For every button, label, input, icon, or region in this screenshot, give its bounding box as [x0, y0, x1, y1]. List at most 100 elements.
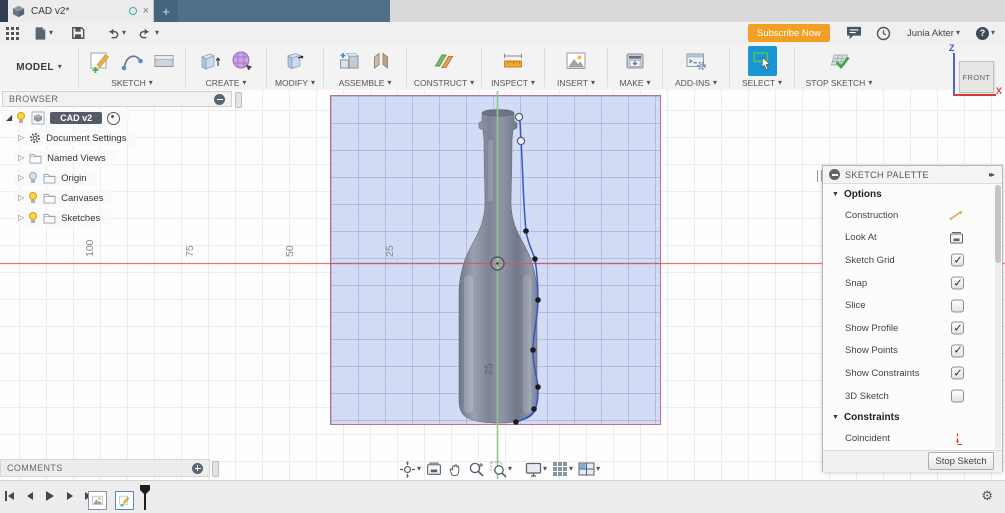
tree-row-root[interactable]: ◢ CAD v2	[2, 110, 131, 126]
show-profile-checkbox[interactable]	[951, 321, 964, 335]
sketch-grid-checkbox[interactable]	[951, 253, 964, 267]
rectangle-tool-button[interactable]	[150, 46, 179, 76]
sketch-menu[interactable]: SKETCH	[111, 78, 153, 88]
subscribe-now-button[interactable]: Subscribe Now	[747, 24, 830, 42]
collapsed-arrow-icon[interactable]: ▷	[18, 154, 24, 162]
inspect-menu[interactable]: INSPECT	[491, 78, 535, 88]
construct-plane-button[interactable]	[430, 46, 459, 76]
play-button[interactable]	[42, 488, 57, 504]
collapse-panel-icon[interactable]	[214, 93, 225, 105]
stop-sketch-ribbon-button[interactable]	[825, 46, 854, 76]
scrollbar-thumb[interactable]	[995, 185, 1001, 263]
collapsed-arrow-icon[interactable]: ▷	[18, 174, 24, 182]
new-component-button[interactable]	[335, 46, 364, 76]
user-menu[interactable]: Junia Akter	[907, 28, 960, 39]
dropdown-caret-icon[interactable]	[155, 30, 159, 37]
dropdown-caret-icon[interactable]	[569, 466, 573, 473]
comments-resize-handle[interactable]	[212, 461, 219, 477]
look-at-button[interactable]	[426, 462, 442, 476]
timeline-canvas-item[interactable]	[88, 491, 107, 510]
timeline-settings-gear-icon[interactable]: ⚙	[981, 489, 993, 503]
extrude-button[interactable]	[196, 46, 225, 76]
construction-toggle[interactable]	[948, 208, 964, 222]
view-cube[interactable]: FRONT Z X	[943, 43, 1005, 108]
make-3dprint-button[interactable]	[621, 46, 650, 76]
stop-sketch-menu[interactable]: STOP SKETCH	[806, 78, 873, 88]
insert-menu[interactable]: INSERT	[557, 78, 595, 88]
close-tab-button[interactable]: ×	[143, 6, 149, 17]
dropdown-caret-icon[interactable]	[956, 30, 960, 37]
create-form-button[interactable]	[228, 46, 257, 76]
modify-menu[interactable]: MODIFY	[275, 78, 315, 88]
measure-button[interactable]	[499, 46, 528, 76]
constraints-section-header[interactable]: ▼ Constraints	[823, 407, 994, 427]
visibility-bulb-icon[interactable]	[29, 192, 38, 204]
visibility-bulb-icon[interactable]	[17, 112, 26, 124]
scripts-addins-button[interactable]	[682, 46, 711, 76]
browser-header[interactable]: BROWSER	[2, 91, 232, 107]
tree-row-named-views[interactable]: ▷ Named Views	[14, 150, 116, 166]
go-to-start-button[interactable]	[2, 488, 17, 504]
help-menu[interactable]: ?	[975, 26, 995, 40]
timeline-sketch-item[interactable]	[115, 491, 134, 510]
tree-row-sketches[interactable]: ▷ Sketches	[14, 210, 111, 226]
visibility-bulb-icon[interactable]	[29, 212, 38, 224]
select-menu[interactable]: SELECT	[742, 78, 782, 88]
3d-sketch-checkbox[interactable]	[951, 389, 964, 403]
collapsed-arrow-icon[interactable]: ▷	[18, 214, 24, 222]
dropdown-caret-icon[interactable]	[991, 30, 995, 37]
show-constraints-checkbox[interactable]	[951, 366, 964, 380]
spline-tool-button[interactable]	[118, 46, 147, 76]
tree-row-document-settings[interactable]: ▷ Document Settings	[14, 130, 137, 146]
create-sketch-button[interactable]	[86, 46, 115, 76]
root-component-label[interactable]: CAD v2	[50, 112, 103, 124]
zoom-window-button[interactable]	[490, 461, 512, 478]
activate-component-icon[interactable]	[107, 111, 121, 125]
pan-button[interactable]	[447, 461, 463, 477]
options-section-header[interactable]: ▼ Options	[823, 184, 994, 204]
snap-checkbox[interactable]	[951, 276, 964, 290]
coincident-constraint-button[interactable]	[951, 432, 964, 446]
dock-panel-icon[interactable]: ▸▸	[989, 170, 996, 179]
add-comment-icon[interactable]	[192, 462, 203, 474]
dropdown-caret-icon[interactable]	[508, 466, 512, 473]
collapsed-arrow-icon[interactable]: ▷	[18, 194, 24, 202]
insert-image-button[interactable]	[562, 46, 591, 76]
zoom-button[interactable]	[468, 461, 485, 478]
make-menu[interactable]: MAKE	[619, 78, 650, 88]
browser-resize-handle[interactable]	[235, 92, 242, 108]
stop-sketch-button[interactable]: Stop Sketch	[928, 452, 994, 471]
construct-menu[interactable]: CONSTRUCT	[414, 78, 474, 88]
save-button[interactable]	[71, 26, 85, 40]
collapse-palette-icon[interactable]	[829, 169, 840, 180]
viewports-button[interactable]	[578, 462, 600, 476]
addins-menu[interactable]: ADD-INS	[675, 78, 717, 88]
palette-scrollbar[interactable]	[995, 185, 1001, 449]
workspace-switcher[interactable]: MODEL	[0, 44, 78, 90]
apps-menu-button[interactable]	[6, 26, 19, 40]
expanded-arrow-icon[interactable]: ◢	[6, 114, 12, 122]
comments-button[interactable]	[846, 26, 862, 40]
dropdown-caret-icon[interactable]	[596, 466, 600, 473]
assemble-menu[interactable]: ASSEMBLE	[339, 78, 392, 88]
comments-bar[interactable]: COMMENTS	[0, 459, 210, 477]
create-menu[interactable]: CREATE	[206, 78, 247, 88]
tree-row-canvases[interactable]: ▷ Canvases	[14, 190, 114, 206]
new-tab-button[interactable]: +	[154, 0, 178, 22]
palette-header[interactable]: SKETCH PALETTE ▸▸	[823, 166, 1002, 184]
tree-row-origin[interactable]: ▷ Origin	[14, 170, 97, 186]
collapsed-arrow-icon[interactable]: ▷	[18, 134, 24, 142]
viewcube-front-face[interactable]: FRONT	[959, 61, 994, 93]
press-pull-button[interactable]	[281, 46, 310, 76]
dropdown-caret-icon[interactable]	[49, 30, 53, 37]
palette-drag-grip[interactable]	[817, 170, 822, 182]
step-forward-button[interactable]	[62, 488, 77, 504]
slice-checkbox[interactable]	[951, 299, 964, 313]
undo-button[interactable]	[105, 26, 126, 40]
document-tab[interactable]: CAD v2* ×	[8, 0, 154, 22]
dropdown-caret-icon[interactable]	[417, 466, 421, 473]
look-at-button[interactable]	[949, 231, 964, 244]
dropdown-caret-icon[interactable]	[122, 30, 126, 37]
dropdown-caret-icon[interactable]	[543, 466, 547, 473]
orbit-button[interactable]	[399, 460, 421, 478]
